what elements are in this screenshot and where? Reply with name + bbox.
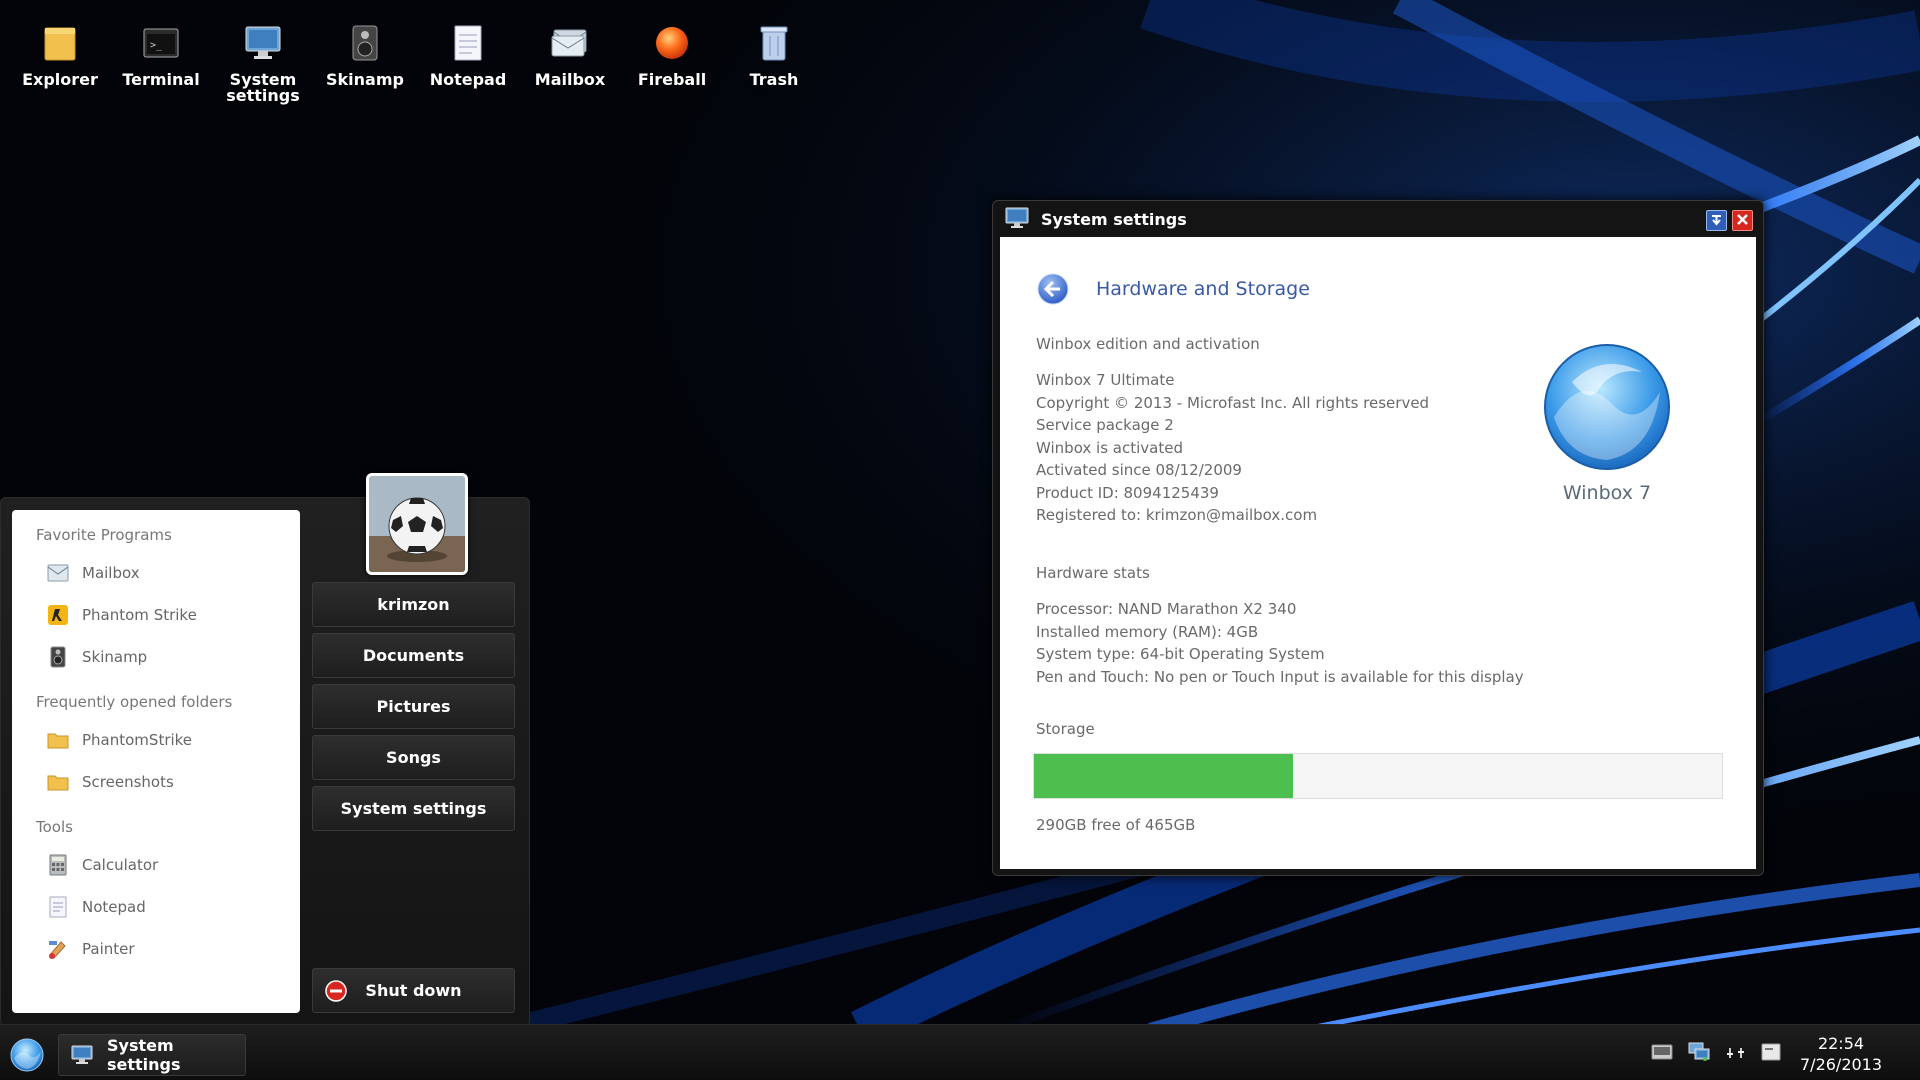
minimize-icon [1710,211,1723,230]
notepad-icon [448,22,488,64]
monitor-icon [243,22,283,64]
back-button[interactable] [1036,272,1070,306]
edition-line: Registered to: krimzon@mailbox.com [1036,506,1318,524]
shutdown-icon [325,980,347,1002]
taskbar-clock[interactable]: 22:54 7/26/2013 [1800,1033,1882,1075]
start-item-screenshots-folder[interactable]: Screenshots [36,765,286,799]
shutdown-button[interactable]: Shut down [312,968,515,1013]
avatar[interactable] [366,473,468,575]
edition-line: Winbox is activated [1036,439,1183,457]
desktop-icon-mailbox[interactable]: Mailbox [520,22,620,88]
taskbar-item-system-settings[interactable]: System settings [58,1034,246,1076]
desktop-icon-fireball[interactable]: Fireball [622,22,722,88]
speaker-icon [345,22,385,64]
start-item-phantomstrike-folder[interactable]: PhantomStrike [36,723,286,757]
start-item-mailbox[interactable]: Mailbox [36,556,286,590]
edition-section-heading: Winbox edition and activation [1036,335,1260,353]
folder-icon [46,770,70,794]
fireball-icon [652,22,692,64]
close-icon [1736,211,1749,230]
winbox-logo-icon [1544,344,1670,470]
close-button[interactable] [1732,210,1753,231]
keyboard-icon[interactable] [1651,1042,1673,1062]
folder-icon [40,22,80,64]
desktop-icon-notepad[interactable]: Notepad [418,22,518,88]
clock-time: 22:54 [1817,1034,1865,1053]
start-orb-icon [10,1038,44,1072]
folders-heading: Frequently opened folders [36,693,233,711]
shutdown-label: Shut down [365,981,462,1000]
hardware-line: Processor: NAND Marathon X2 340 [1036,600,1297,618]
taskbar: System settings 22:54 7/26/2013 [0,1024,1920,1080]
page-heading: Hardware and Storage [1096,278,1310,300]
desktop-icon-system-settings[interactable]: System settings [213,22,313,104]
notepad-icon [46,895,70,919]
start-item-skinamp[interactable]: Skinamp [36,640,286,674]
desktop-icon-terminal[interactable]: >_ Terminal [111,22,211,88]
terminal-icon: >_ [141,22,181,64]
storage-progress-fill [1034,754,1293,798]
storage-section-heading: Storage [1036,720,1095,738]
window-content: Hardware and Storage Winbox edition and … [1000,237,1756,869]
edition-line: Service package 2 [1036,416,1174,434]
svg-text:>_: >_ [150,40,163,51]
desktop-icon-explorer[interactable]: Explorer [10,22,110,88]
monitor-icon [71,1045,93,1065]
minimize-button[interactable] [1706,210,1727,231]
game-icon [46,603,70,627]
trash-icon [754,22,794,64]
winbox-logo-label: Winbox 7 [1562,482,1652,504]
start-item-notepad[interactable]: Notepad [36,890,286,924]
user-button[interactable]: krimzon [312,582,515,627]
edition-line: Activated since 08/12/2009 [1036,461,1242,479]
back-arrow-icon [1037,273,1069,305]
window-titlebar[interactable]: System settings [993,201,1763,237]
start-menu-programs-panel: Favorite Programs Mailbox Phantom Strike… [12,510,300,1013]
hardware-line: Installed memory (RAM): 4GB [1036,623,1259,641]
speaker-icon [46,645,70,669]
winbox-logo [1542,342,1672,472]
storage-free-text: 290GB free of 465GB [1036,816,1196,834]
hardware-line: Pen and Touch: No pen or Touch Input is … [1036,668,1524,686]
start-item-calculator[interactable]: Calculator [36,848,286,882]
start-item-phantom-strike[interactable]: Phantom Strike [36,598,286,632]
edition-line: Product ID: 8094125439 [1036,484,1219,502]
favorites-heading: Favorite Programs [36,526,172,544]
documents-button[interactable]: Documents [312,633,515,678]
mail-icon [46,561,70,585]
desktop: Explorer >_ Terminal System settings Ski… [0,0,1920,1080]
clock-date: 7/26/2013 [1800,1055,1883,1074]
monitor-icon [1005,207,1029,229]
pictures-button[interactable]: Pictures [312,684,515,729]
system-settings-button[interactable]: System settings [312,786,515,831]
storage-progress-bar [1033,753,1723,799]
start-item-painter[interactable]: Painter [36,932,286,966]
window-title: System settings [1041,210,1187,229]
hardware-section-heading: Hardware stats [1036,564,1150,582]
desktop-icon-trash[interactable]: Trash [724,22,824,88]
system-settings-window: System settings Hardware and Storage Win… [992,200,1764,876]
mail-icon [550,22,590,64]
network-icon[interactable] [1688,1042,1710,1062]
start-button[interactable] [10,1038,44,1072]
edition-line: Winbox 7 Ultimate [1036,371,1175,389]
hardware-line: System type: 64-bit Operating System [1036,645,1325,663]
desktop-icon-skinamp[interactable]: Skinamp [315,22,415,88]
notification-icon[interactable] [1760,1042,1782,1062]
soccer-ball-image [369,476,465,572]
volume-icon[interactable] [1725,1042,1747,1062]
edition-line: Copyright © 2013 - Microfast Inc. All ri… [1036,394,1430,412]
folder-icon [46,728,70,752]
paint-icon [46,937,70,961]
songs-button[interactable]: Songs [312,735,515,780]
tools-heading: Tools [36,818,73,836]
calculator-icon [46,853,70,877]
